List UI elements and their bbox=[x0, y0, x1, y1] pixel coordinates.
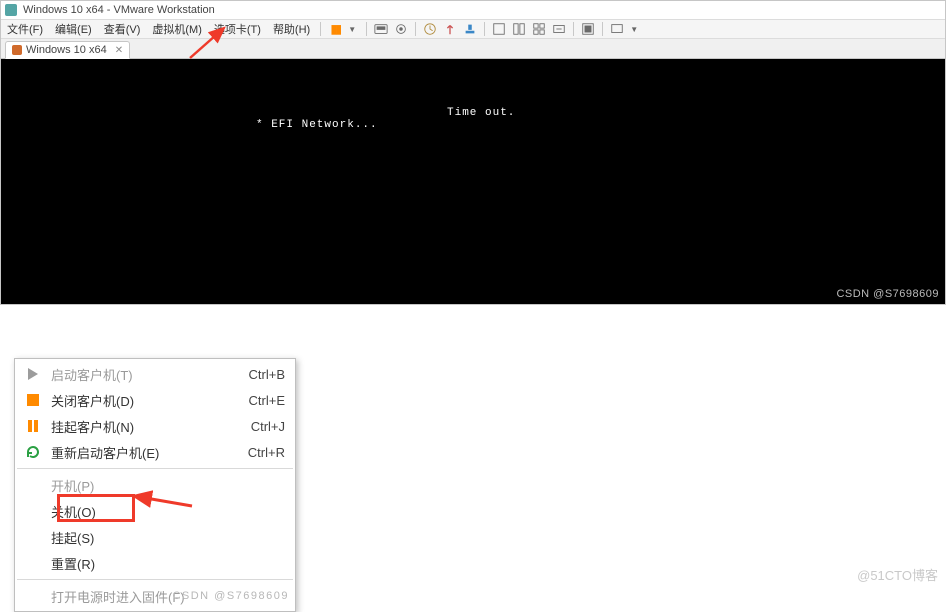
vm-tabbar: Windows 10 x64 ✕ bbox=[1, 39, 945, 59]
power-dropdown-caret[interactable]: ▼ bbox=[343, 20, 361, 38]
view-mode-icon[interactable] bbox=[608, 20, 626, 38]
menu-view[interactable]: 查看(V) bbox=[98, 21, 147, 37]
51cto-watermark: @51CTO博客 bbox=[857, 565, 938, 584]
snapshot-icon[interactable] bbox=[392, 20, 410, 38]
send-ctrl-alt-del-icon[interactable] bbox=[372, 20, 390, 38]
menu-edit[interactable]: 编辑(E) bbox=[49, 21, 98, 37]
window-titlebar: Windows 10 x64 - VMware Workstation bbox=[1, 1, 945, 19]
ctx-suspend-guest[interactable]: 挂起客户机(N) Ctrl+J bbox=[15, 413, 295, 439]
ctx-power-on-firmware: 打开电源时进入固件(F) CSDN @S7698609 bbox=[15, 583, 295, 609]
menubar: 文件(F) 编辑(E) 查看(V) 虚拟机(M) 选项卡(T) 帮助(H) ▮▮… bbox=[1, 19, 945, 39]
context-menu-separator bbox=[17, 468, 293, 469]
ctx-restart-guest[interactable]: 重新启动客户机(E) Ctrl+R bbox=[15, 439, 295, 465]
ctx-shutdown-guest[interactable]: 关闭客户机(D) Ctrl+E bbox=[15, 387, 295, 413]
usb-icon[interactable] bbox=[441, 20, 459, 38]
unity-icon[interactable] bbox=[490, 20, 508, 38]
ctx-start-guest: 启动客户机(T) Ctrl+B bbox=[15, 361, 295, 387]
toolbar-separator bbox=[602, 22, 603, 36]
pause-icon bbox=[21, 420, 45, 432]
console-view-icon[interactable] bbox=[510, 20, 528, 38]
vmware-window: Windows 10 x64 - VMware Workstation 文件(F… bbox=[0, 0, 946, 305]
toolbar-separator bbox=[320, 22, 321, 36]
restart-icon bbox=[21, 444, 45, 460]
menu-file[interactable]: 文件(F) bbox=[1, 21, 49, 37]
toolbar-separator bbox=[366, 22, 367, 36]
context-menu-separator bbox=[17, 579, 293, 580]
close-tab-icon[interactable]: ✕ bbox=[115, 45, 123, 56]
stretch-icon[interactable] bbox=[550, 20, 568, 38]
menu-tabs[interactable]: 选项卡(T) bbox=[208, 21, 267, 37]
thumbnail-icon[interactable] bbox=[530, 20, 548, 38]
console-efi-text: * EFI Network... bbox=[256, 119, 378, 131]
view-mode-dropdown-caret[interactable]: ▼ bbox=[625, 20, 643, 38]
play-icon bbox=[21, 368, 45, 380]
vm-tab-windows10[interactable]: Windows 10 x64 ✕ bbox=[5, 41, 130, 59]
csdn-watermark: CSDN @S7698609 bbox=[836, 288, 939, 300]
vm-console-screen[interactable]: Time out. * EFI Network... CSDN @S769860… bbox=[1, 59, 945, 304]
fullscreen-icon[interactable] bbox=[579, 20, 597, 38]
menu-help[interactable]: 帮助(H) bbox=[267, 21, 316, 37]
ctx-power-off[interactable]: 关机(O) bbox=[15, 498, 295, 524]
window-title-text: Windows 10 x64 - VMware Workstation bbox=[23, 4, 215, 16]
toolbar-separator bbox=[415, 22, 416, 36]
clock-icon[interactable] bbox=[421, 20, 439, 38]
power-context-menu: 启动客户机(T) Ctrl+B 关闭客户机(D) Ctrl+E 挂起客户机(N)… bbox=[14, 358, 296, 612]
suspend-vm-button[interactable]: ▮▮ bbox=[326, 20, 344, 38]
vm-tab-label: Windows 10 x64 bbox=[26, 44, 107, 56]
ctx-reset[interactable]: 重置(R) bbox=[15, 550, 295, 576]
csdn-watermark-ctx: CSDN @S7698609 bbox=[172, 590, 289, 602]
stop-icon bbox=[21, 394, 45, 406]
toolbar-separator bbox=[573, 22, 574, 36]
ctx-power-on: 开机(P) bbox=[15, 472, 295, 498]
ctx-suspend[interactable]: 挂起(S) bbox=[15, 524, 295, 550]
menu-vm[interactable]: 虚拟机(M) bbox=[146, 21, 208, 37]
vmware-app-icon bbox=[5, 4, 17, 16]
vm-tab-icon bbox=[12, 45, 22, 55]
console-timeout-text: Time out. bbox=[447, 107, 515, 119]
toolbar-separator bbox=[484, 22, 485, 36]
network-icon[interactable] bbox=[461, 20, 479, 38]
